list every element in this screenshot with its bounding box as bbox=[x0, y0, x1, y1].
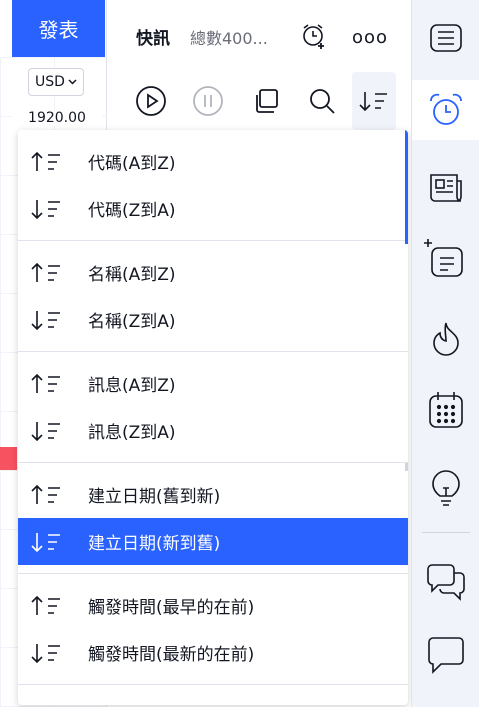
sort-menu-item[interactable]: 觸發時間(最新的在前) bbox=[18, 629, 408, 676]
fire-icon bbox=[433, 322, 459, 356]
sort-menu-group: 名稱(A到Z) 名稱(Z到A) bbox=[18, 241, 408, 352]
add-list-button[interactable] bbox=[412, 230, 479, 290]
alarm-add-icon bbox=[303, 24, 324, 49]
sort-menu-item-label: 名稱(A到Z) bbox=[88, 265, 176, 285]
sort-menu-item-label: 代碼(Z到A) bbox=[88, 201, 176, 221]
ideas-button[interactable] bbox=[412, 458, 479, 518]
alarm-clock-icon bbox=[430, 93, 462, 125]
pause-button[interactable] bbox=[186, 72, 230, 130]
publish-button[interactable]: 發表 bbox=[12, 0, 105, 57]
play-icon bbox=[136, 86, 166, 116]
calendar-button[interactable] bbox=[412, 380, 479, 440]
sort-descending-icon bbox=[30, 530, 64, 554]
sort-menu-item[interactable]: 名稱(A到Z) bbox=[18, 249, 408, 296]
sort-menu-item-label: 觸發時間(最早的在前) bbox=[88, 598, 255, 618]
total-count: 總數400... bbox=[190, 29, 268, 48]
sort-menu-group: 訊息(A到Z) 訊息(Z到A) bbox=[18, 352, 408, 463]
sort-menu-item-label: 訊息(Z到A) bbox=[88, 423, 176, 443]
sort-menu-item-label: 代碼(A到Z) bbox=[88, 154, 176, 174]
sort-ascending-icon bbox=[30, 483, 64, 507]
more-button[interactable]: ooo bbox=[352, 22, 388, 52]
play-button[interactable] bbox=[129, 72, 173, 130]
panel-title: 快訊 bbox=[136, 29, 170, 49]
sort-descending-icon bbox=[30, 197, 64, 221]
sort-descending-icon bbox=[30, 308, 64, 332]
sort-descending-icon bbox=[359, 92, 387, 112]
sort-menu-item-label: 建立日期(舊到新) bbox=[88, 487, 221, 507]
sort-menu-item[interactable]: 建立日期(舊到新) bbox=[18, 471, 408, 518]
sort-menu: 代碼(A到Z) 代碼(Z到A) 名稱(A到Z) 名稱(Z到A) 訊息(A到Z) 訊息(Z到… bbox=[18, 130, 408, 705]
scrollbar-marker bbox=[405, 463, 408, 471]
sort-menu-group: 建立日期(舊到新) 建立日期(新到舊) bbox=[18, 463, 408, 574]
sort-ascending-icon bbox=[30, 594, 64, 618]
hot-button[interactable] bbox=[412, 308, 479, 368]
sort-menu-item-label: 建立日期(新到舊) bbox=[88, 534, 221, 554]
sort-menu-item[interactable]: 代碼(A到Z) bbox=[18, 138, 408, 185]
pause-icon bbox=[193, 86, 223, 116]
toolbar bbox=[108, 72, 410, 130]
right-sidebar bbox=[411, 0, 479, 707]
sort-menu-item[interactable]: 訊息(Z到A) bbox=[18, 407, 408, 454]
sort-menu-group: 代碼(A到Z) 代碼(Z到A) bbox=[18, 130, 408, 241]
messages-button[interactable] bbox=[412, 625, 479, 685]
sort-menu-group: 觸發時間(最早的在前) 觸發時間(最新的在前) bbox=[18, 574, 408, 685]
sort-menu-item[interactable]: 建立日期(新到舊) bbox=[18, 518, 408, 565]
news-button[interactable] bbox=[412, 158, 479, 218]
sort-menu-item-label: 名稱(Z到A) bbox=[88, 312, 176, 332]
sort-menu-item-label: 訊息(A到Z) bbox=[88, 376, 176, 396]
lightbulb-icon bbox=[432, 470, 460, 506]
chevron-down-icon bbox=[68, 79, 77, 85]
search-icon bbox=[310, 89, 335, 114]
watchlist-button[interactable] bbox=[412, 8, 479, 68]
price-label: 1920.00 bbox=[12, 110, 102, 126]
sort-button[interactable] bbox=[352, 72, 396, 130]
add-list-icon bbox=[424, 239, 463, 277]
scrollbar-thumb[interactable] bbox=[405, 130, 408, 244]
sort-descending-icon bbox=[30, 641, 64, 665]
chat-icon bbox=[427, 564, 465, 601]
watchlist-icon bbox=[430, 24, 462, 52]
currency-select[interactable]: USD bbox=[28, 68, 84, 96]
currency-value: USD bbox=[35, 74, 65, 90]
sort-descending-icon bbox=[30, 419, 64, 443]
sort-menu-item[interactable]: 名稱(Z到A) bbox=[18, 296, 408, 343]
price-marker bbox=[0, 447, 17, 470]
sort-menu-item[interactable]: 觸發時間(最早的在前) bbox=[18, 582, 408, 629]
sort-menu-item[interactable]: 訊息(A到Z) bbox=[18, 360, 408, 407]
sort-menu-item-label: 觸發時間(最新的在前) bbox=[88, 645, 255, 665]
search-button[interactable] bbox=[300, 72, 344, 130]
chats-button[interactable] bbox=[412, 552, 479, 612]
alerts-button[interactable] bbox=[412, 80, 479, 140]
sort-ascending-icon bbox=[30, 261, 64, 285]
copy-icon bbox=[256, 89, 278, 113]
add-alert-button[interactable] bbox=[296, 18, 332, 54]
sidebar-divider bbox=[422, 532, 470, 533]
sort-menu-item[interactable]: 代碼(Z到A) bbox=[18, 185, 408, 232]
copy-button[interactable] bbox=[244, 72, 288, 130]
calendar-icon bbox=[429, 392, 463, 428]
sort-ascending-icon bbox=[30, 372, 64, 396]
chat-bubble-icon bbox=[428, 637, 464, 674]
sort-ascending-icon bbox=[30, 150, 64, 174]
news-icon bbox=[430, 174, 462, 202]
